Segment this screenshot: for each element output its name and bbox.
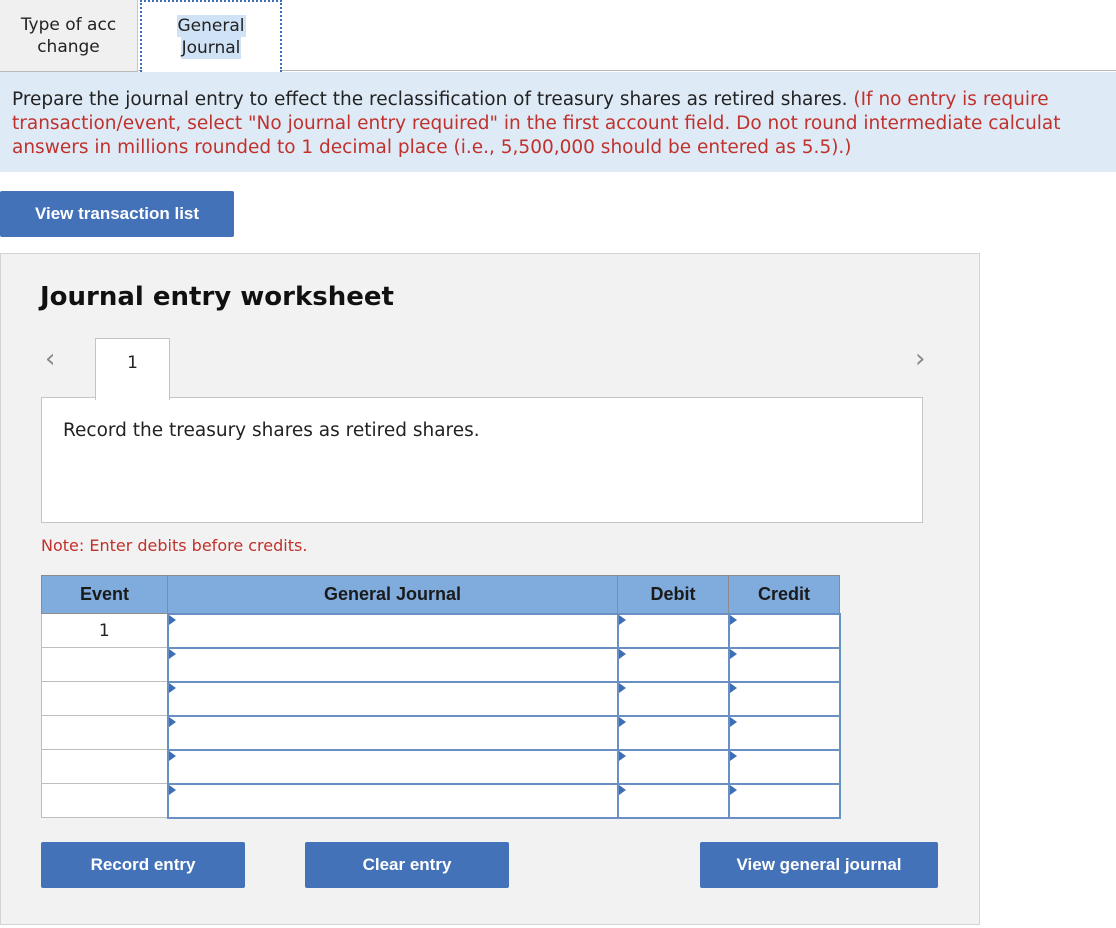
- account-input[interactable]: [166, 748, 619, 785]
- col-header-debit: Debit: [617, 575, 729, 614]
- credit-input[interactable]: [727, 646, 841, 683]
- journal-table: Event General Journal Debit Credit 1: [41, 575, 841, 819]
- view-general-journal-button[interactable]: View general journal: [700, 842, 938, 888]
- table-header-row: Event General Journal Debit Credit: [41, 575, 840, 614]
- table-row: [41, 680, 841, 717]
- table-row: [41, 714, 841, 751]
- account-input[interactable]: [166, 680, 619, 717]
- debit-input[interactable]: [616, 782, 730, 819]
- table-row: [41, 646, 841, 683]
- account-input[interactable]: [166, 782, 619, 819]
- tab-label-line2: Journal: [180, 37, 242, 59]
- tab-bar: Type of acc change General Journal: [0, 0, 1116, 72]
- table-row: 1: [41, 612, 841, 649]
- debit-input[interactable]: [616, 748, 730, 785]
- instructions-red-3: answers in millions rounded to 1 decimal…: [12, 137, 852, 158]
- account-input[interactable]: [166, 612, 619, 649]
- event-cell: 1: [41, 613, 168, 648]
- view-transaction-list-button[interactable]: View transaction list: [0, 191, 234, 237]
- entry-note: Note: Enter debits before credits.: [41, 536, 308, 555]
- chevron-right-icon[interactable]: ›: [915, 344, 925, 374]
- credit-input[interactable]: [727, 612, 841, 649]
- tab-label-line1: General: [176, 15, 246, 37]
- event-cell: [41, 647, 168, 682]
- credit-input[interactable]: [727, 714, 841, 751]
- event-cell: [41, 783, 168, 818]
- event-cell: [41, 681, 168, 716]
- credit-input[interactable]: [727, 748, 841, 785]
- debit-input[interactable]: [616, 646, 730, 683]
- worksheet-title: Journal entry worksheet: [40, 282, 394, 312]
- instructions-panel: Prepare the journal entry to effect the …: [0, 72, 1116, 172]
- tab-type-of-acc-change[interactable]: Type of acc change: [0, 0, 138, 72]
- event-cell: [41, 715, 168, 750]
- event-cell: [41, 749, 168, 784]
- clear-entry-button[interactable]: Clear entry: [305, 842, 509, 888]
- credit-input[interactable]: [727, 680, 841, 717]
- journal-entry-worksheet: Journal entry worksheet ‹ › 1 Record the…: [0, 253, 980, 925]
- table-row: [41, 782, 841, 819]
- debit-input[interactable]: [616, 612, 730, 649]
- entry-tab-1[interactable]: 1: [95, 338, 170, 400]
- col-header-event: Event: [41, 575, 168, 614]
- debit-input[interactable]: [616, 680, 730, 717]
- instructions-main: Prepare the journal entry to effect the …: [12, 89, 848, 110]
- col-header-credit: Credit: [728, 575, 840, 614]
- record-entry-button[interactable]: Record entry: [41, 842, 245, 888]
- chevron-left-icon[interactable]: ‹: [45, 344, 55, 374]
- instructions-red-1: (If no entry is require: [847, 89, 1049, 110]
- account-input[interactable]: [166, 714, 619, 751]
- tab-label-line1: Type of acc: [20, 14, 117, 35]
- credit-input[interactable]: [727, 782, 841, 819]
- entry-description-text: Record the treasury shares as retired sh…: [63, 420, 480, 441]
- entry-description: Record the treasury shares as retired sh…: [41, 397, 923, 523]
- tab-label-line2: change: [37, 36, 100, 57]
- col-header-general-journal: General Journal: [167, 575, 618, 614]
- debit-input[interactable]: [616, 714, 730, 751]
- table-row: [41, 748, 841, 785]
- tab-general-journal[interactable]: General Journal: [140, 0, 282, 72]
- instructions-red-2: transaction/event, select "No journal en…: [12, 113, 1061, 134]
- account-input[interactable]: [166, 646, 619, 683]
- instructions-line1: Prepare the journal entry to effect the …: [12, 88, 1116, 112]
